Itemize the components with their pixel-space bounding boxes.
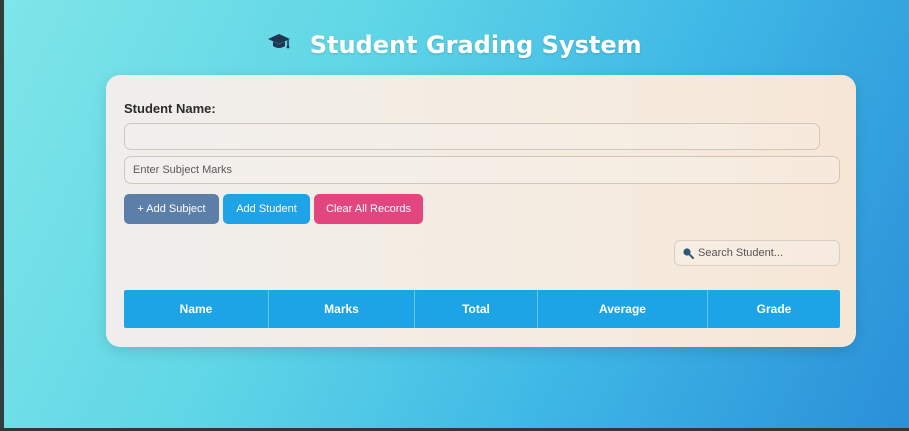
graduation-cap-icon	[267, 31, 291, 59]
app-header: Student Grading System	[0, 30, 909, 59]
add-student-button[interactable]: Add Student	[223, 194, 310, 224]
column-header-name: Name	[124, 290, 269, 328]
search-icon	[683, 248, 694, 259]
column-header-average: Average	[538, 290, 708, 328]
screen-bezel-left	[0, 0, 4, 431]
student-name-input[interactable]	[124, 123, 820, 150]
subject-marks-input[interactable]	[124, 156, 840, 184]
clear-all-records-button[interactable]: Clear All Records	[314, 194, 423, 224]
page-title: Student Grading System	[309, 31, 642, 59]
column-header-marks: Marks	[269, 290, 415, 328]
column-header-total: Total	[415, 290, 538, 328]
records-table-header: Name Marks Total Average Grade	[124, 290, 840, 328]
add-subject-button[interactable]: + Add Subject	[124, 194, 219, 224]
search-student-box[interactable]	[674, 240, 840, 266]
main-card: Student Name: + Add Subject Add Student …	[106, 75, 856, 347]
column-header-grade: Grade	[756, 302, 792, 316]
search-student-input[interactable]	[698, 247, 828, 259]
student-name-label: Student Name:	[124, 101, 216, 116]
